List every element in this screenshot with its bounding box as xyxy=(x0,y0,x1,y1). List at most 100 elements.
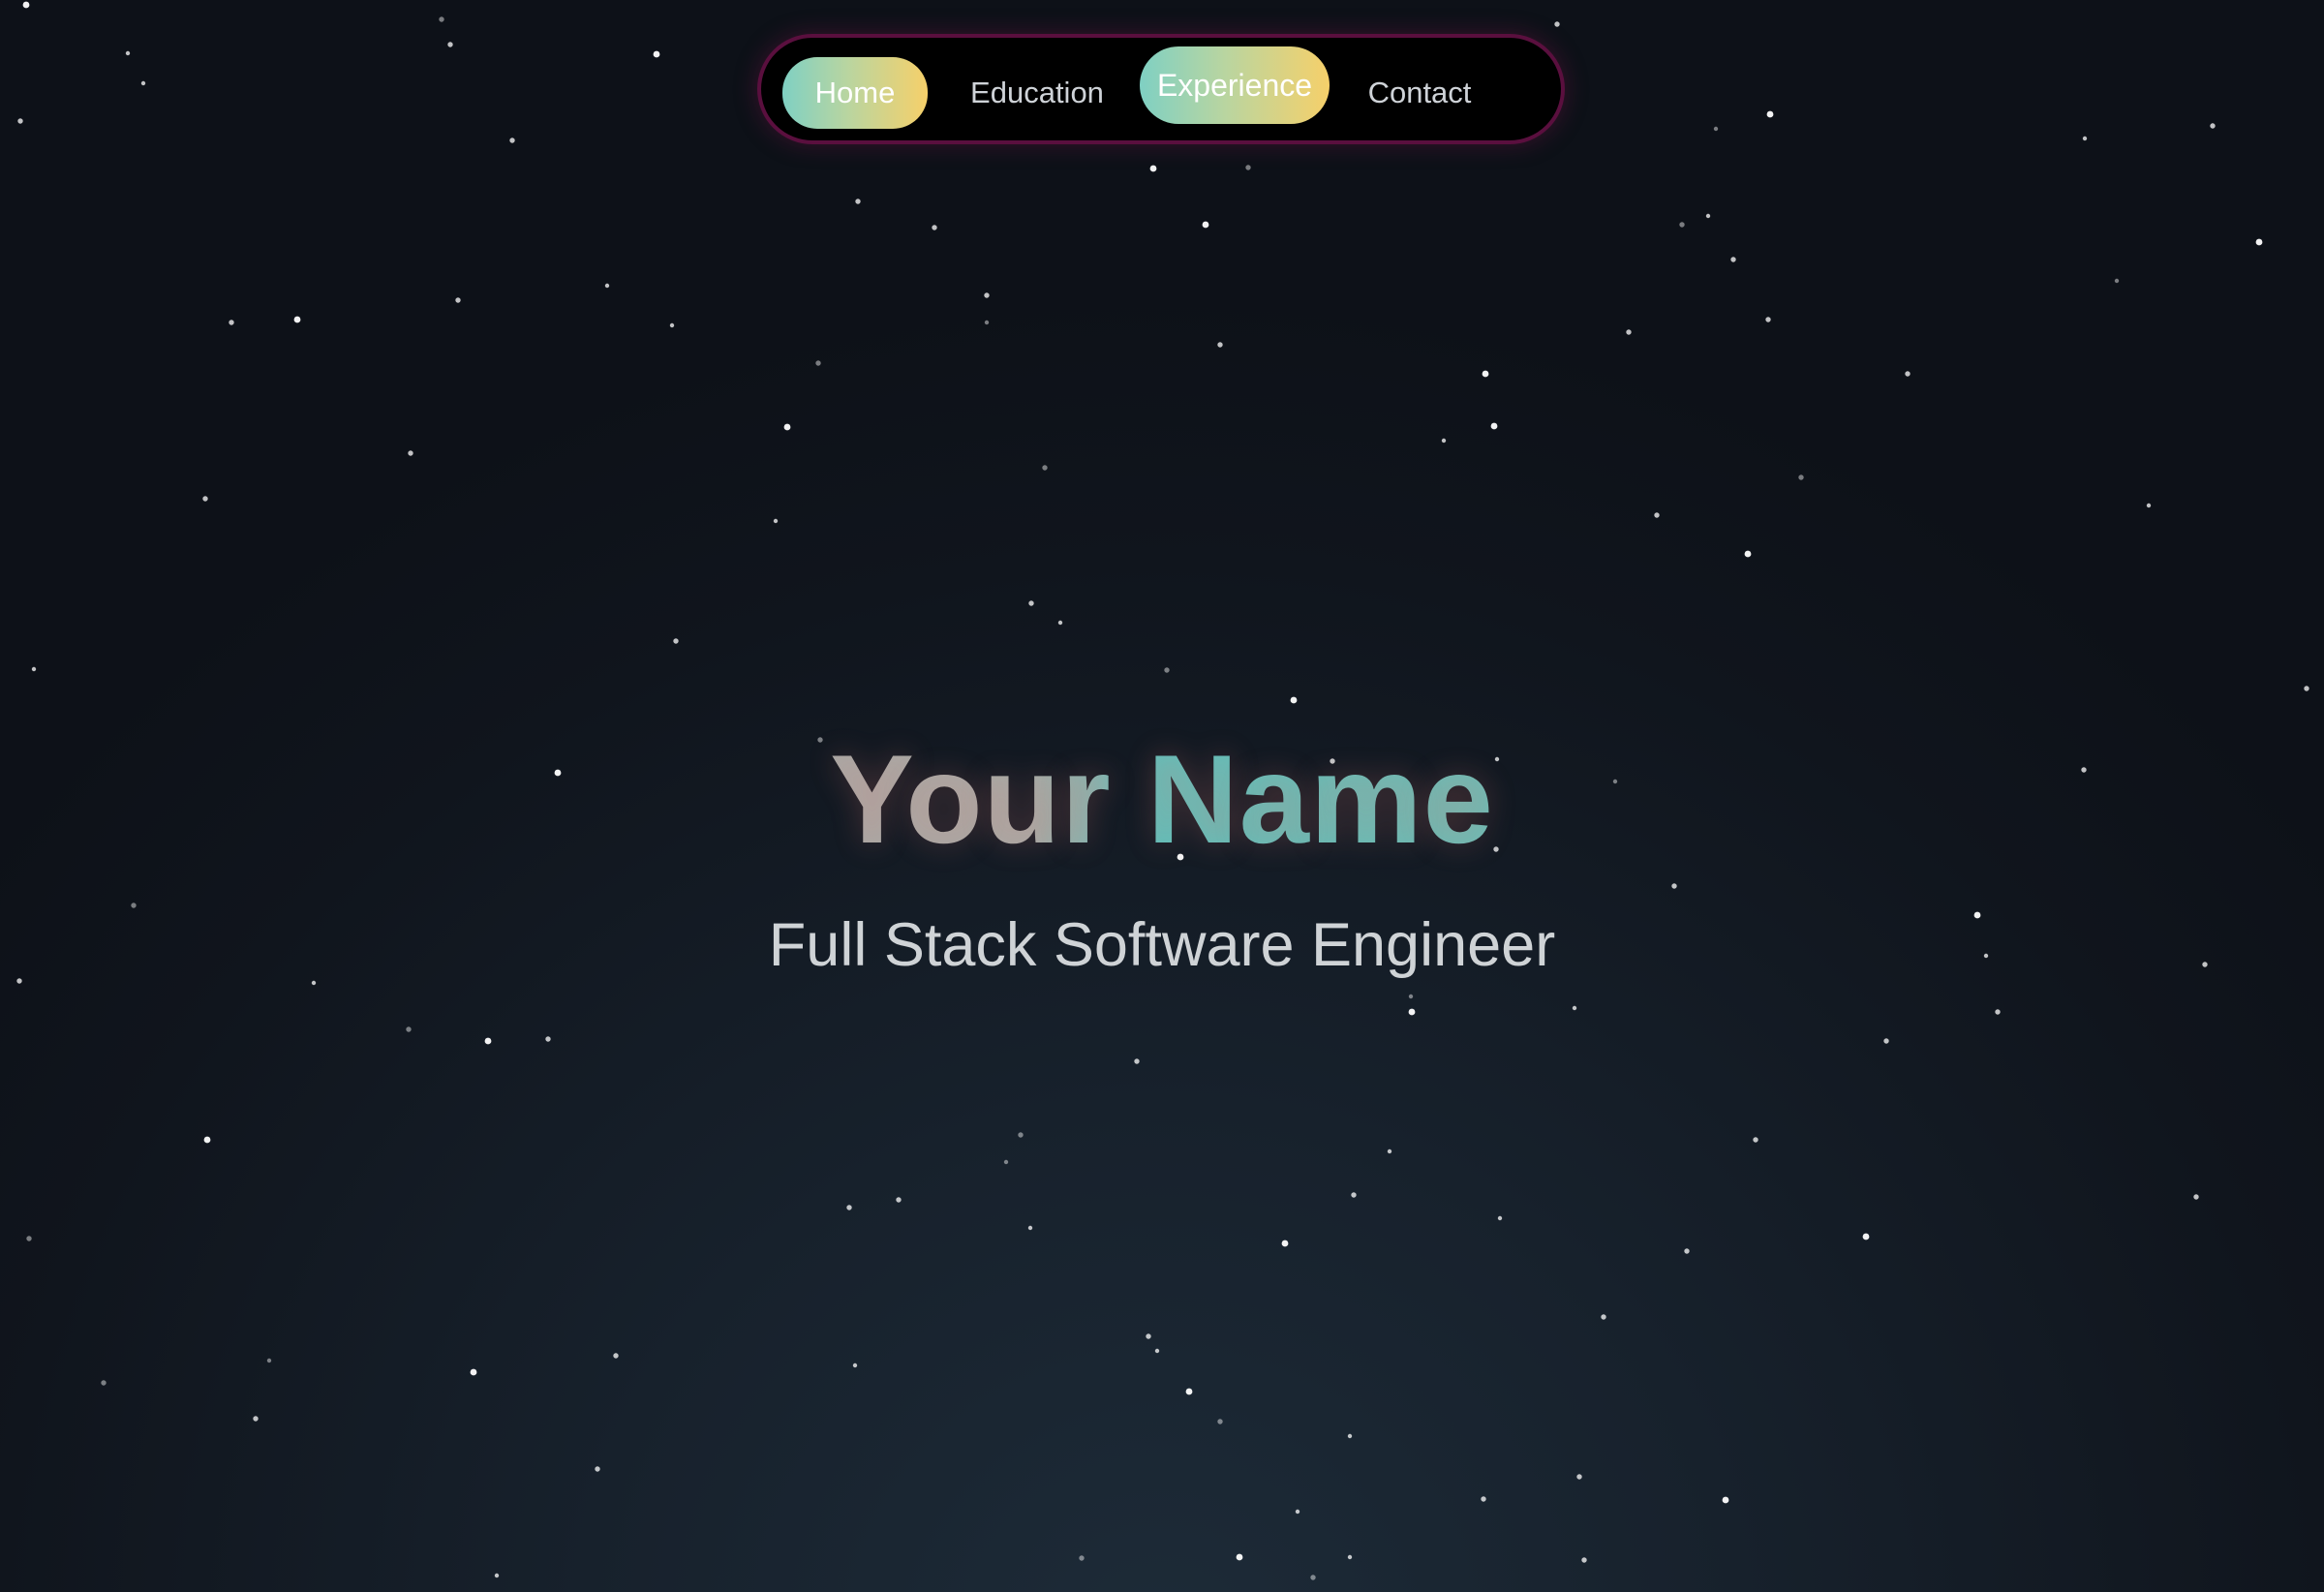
star xyxy=(1995,1009,2001,1015)
star xyxy=(1679,222,1685,228)
star xyxy=(22,1,30,9)
star xyxy=(1042,465,1048,471)
star xyxy=(1862,1233,1870,1240)
star xyxy=(494,1573,500,1578)
star xyxy=(509,138,515,143)
star xyxy=(406,1026,412,1032)
star xyxy=(984,320,990,325)
star xyxy=(815,360,821,366)
star xyxy=(653,50,660,58)
star xyxy=(773,518,779,524)
star xyxy=(101,1380,107,1386)
star xyxy=(1281,1240,1289,1247)
star xyxy=(1245,165,1251,170)
star xyxy=(2210,123,2216,129)
star xyxy=(2082,136,2088,141)
star xyxy=(447,42,453,47)
star xyxy=(1217,1419,1223,1424)
star xyxy=(1572,1005,1577,1011)
star xyxy=(202,496,208,502)
star xyxy=(1295,1509,1300,1515)
star xyxy=(253,1416,259,1422)
star xyxy=(1798,475,1804,480)
star xyxy=(1003,1159,1009,1165)
star xyxy=(140,80,146,86)
star xyxy=(1671,883,1677,889)
nav-education-button[interactable]: Education xyxy=(955,57,1119,129)
hero-subtitle: Full Stack Software Engineer xyxy=(768,911,1556,979)
hero-title: Your Name xyxy=(0,721,2324,876)
star xyxy=(1027,1225,1033,1231)
star xyxy=(783,423,791,431)
star xyxy=(1057,620,1063,626)
star xyxy=(1408,1008,1416,1016)
star xyxy=(1310,1575,1316,1580)
star xyxy=(266,1358,272,1363)
nav-home-button[interactable]: Home xyxy=(782,57,928,129)
star xyxy=(1387,1148,1392,1154)
star xyxy=(1018,1132,1024,1138)
star xyxy=(470,1368,477,1376)
star xyxy=(2193,1194,2199,1200)
star xyxy=(1626,329,1632,335)
star xyxy=(229,320,234,325)
star xyxy=(125,50,131,56)
star xyxy=(984,292,990,298)
star xyxy=(1765,317,1771,322)
star xyxy=(439,16,444,22)
star xyxy=(673,638,679,644)
star xyxy=(1482,370,1489,378)
star xyxy=(1134,1058,1140,1064)
star xyxy=(484,1037,492,1045)
star xyxy=(203,1136,211,1144)
star xyxy=(1481,1496,1486,1502)
nav-contact-button[interactable]: Contact xyxy=(1352,57,1487,129)
nav-experience-button[interactable]: Experience xyxy=(1140,46,1330,124)
star xyxy=(1713,126,1719,132)
star xyxy=(613,1353,619,1359)
star xyxy=(1705,213,1711,219)
star xyxy=(2255,238,2263,246)
star xyxy=(1408,994,1414,999)
star xyxy=(932,225,937,230)
star xyxy=(1753,1137,1758,1143)
star xyxy=(1164,667,1170,673)
star xyxy=(1883,1038,1889,1044)
star xyxy=(896,1197,902,1203)
star xyxy=(1441,438,1447,444)
star xyxy=(26,1236,32,1241)
star xyxy=(1905,371,1911,377)
star xyxy=(1766,110,1774,118)
star xyxy=(31,666,37,672)
star xyxy=(1202,221,1209,229)
star xyxy=(1654,512,1660,518)
star xyxy=(1684,1248,1690,1254)
star xyxy=(1290,696,1298,704)
star xyxy=(408,450,413,456)
star xyxy=(1028,600,1034,606)
star xyxy=(1185,1388,1193,1395)
star xyxy=(545,1036,551,1042)
star xyxy=(604,283,610,289)
star xyxy=(1347,1554,1353,1560)
star xyxy=(846,1205,852,1210)
hero-title-text: Your Name xyxy=(830,728,1494,870)
star xyxy=(855,199,861,204)
star xyxy=(1079,1555,1085,1561)
star xyxy=(852,1362,858,1368)
star xyxy=(1490,422,1498,430)
star xyxy=(2146,503,2152,508)
star xyxy=(1236,1553,1243,1561)
star xyxy=(1347,1433,1353,1439)
star xyxy=(669,322,675,328)
nav-bar: Home Education Experience Contact xyxy=(757,34,1565,144)
star xyxy=(2304,686,2309,691)
star xyxy=(1601,1314,1606,1320)
star xyxy=(1497,1215,1503,1221)
star xyxy=(595,1466,600,1472)
star xyxy=(1217,342,1223,348)
star xyxy=(17,118,23,124)
star xyxy=(1730,257,1736,262)
star xyxy=(1146,1333,1151,1339)
star xyxy=(293,316,301,323)
